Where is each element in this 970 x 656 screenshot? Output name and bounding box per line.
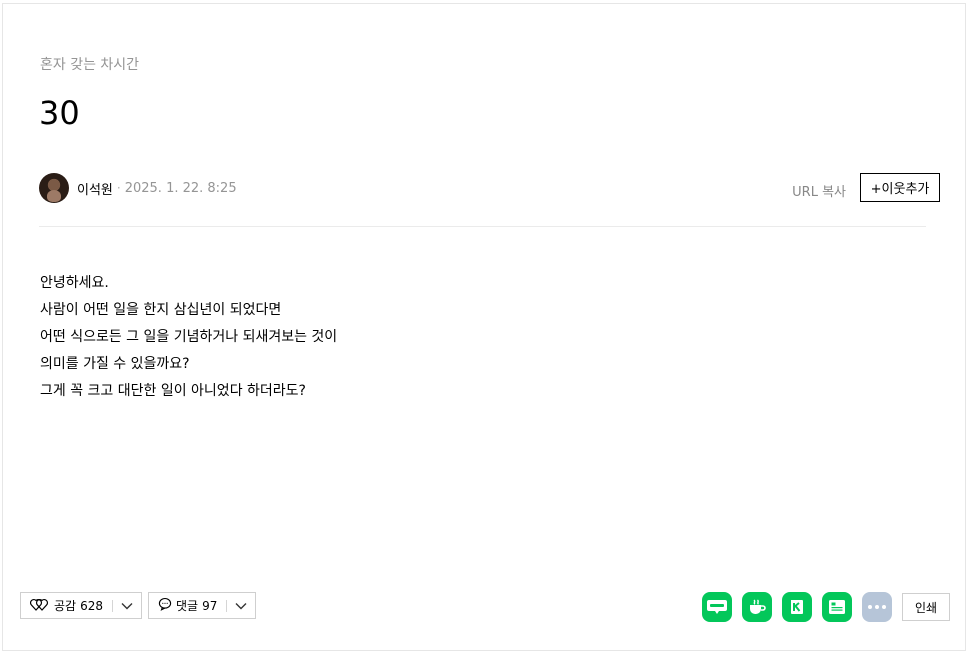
post-date: 2025. 1. 22. 8:25 — [124, 180, 237, 196]
keep-share-icon[interactable] — [782, 592, 812, 622]
memo-share-icon[interactable] — [822, 592, 852, 622]
cafe-share-icon[interactable] — [742, 592, 772, 622]
author-name[interactable]: 이석원 — [77, 179, 113, 198]
more-share-icon[interactable] — [862, 592, 892, 622]
body-line: 사람이 어떤 일을 한지 삼십년이 되었다면 — [40, 302, 282, 318]
author-row: 이석원 · 2025. 1. 22. 8:25 — [39, 172, 237, 204]
url-copy-button[interactable]: URL 복사 — [792, 181, 846, 200]
like-label: 공감 — [54, 599, 77, 613]
comment-label: 댓글 — [176, 599, 199, 613]
blog-share-icon[interactable] — [702, 592, 732, 622]
chevron-down-icon — [121, 599, 133, 613]
body-line: 어떤 식으로든 그 일을 기념하거나 되새겨보는 것이 — [40, 329, 338, 345]
comment-expand-button[interactable] — [227, 593, 255, 618]
body-line: 의미를 가질 수 있을까요? — [40, 356, 190, 372]
body-line: 안녕하세요. — [40, 275, 109, 291]
heart-icon — [29, 597, 50, 614]
comment-button[interactable]: 댓글 97 — [149, 593, 226, 618]
reaction-bar: 공감 628 댓글 97 — [20, 592, 257, 619]
like-expand-button[interactable] — [113, 593, 141, 618]
post-body: 안녕하세요. 사람이 어떤 일을 한지 삼십년이 되었다면 어떤 식으로든 그 … — [40, 270, 337, 405]
comment-control: 댓글 97 — [148, 592, 257, 619]
comment-count: 97 — [202, 598, 218, 613]
like-control: 공감 628 — [20, 592, 142, 619]
print-button[interactable]: 인쇄 — [902, 593, 950, 621]
body-line: 그게 꼭 크고 대단한 일이 아니었다 하더라도? — [40, 383, 306, 399]
meta-separator: · — [116, 181, 121, 195]
post-category[interactable]: 혼자 갖는 차시간 — [40, 54, 139, 74]
header-divider — [39, 226, 926, 227]
post-title: 30 — [39, 94, 80, 132]
speech-bubble-icon — [158, 597, 172, 614]
add-neighbor-button[interactable]: +이웃추가 — [860, 173, 940, 202]
like-count: 628 — [80, 598, 103, 613]
avatar[interactable] — [39, 173, 69, 203]
share-bar: 인쇄 — [702, 592, 950, 622]
like-button[interactable]: 공감 628 — [21, 593, 112, 618]
chevron-down-icon — [235, 599, 247, 613]
